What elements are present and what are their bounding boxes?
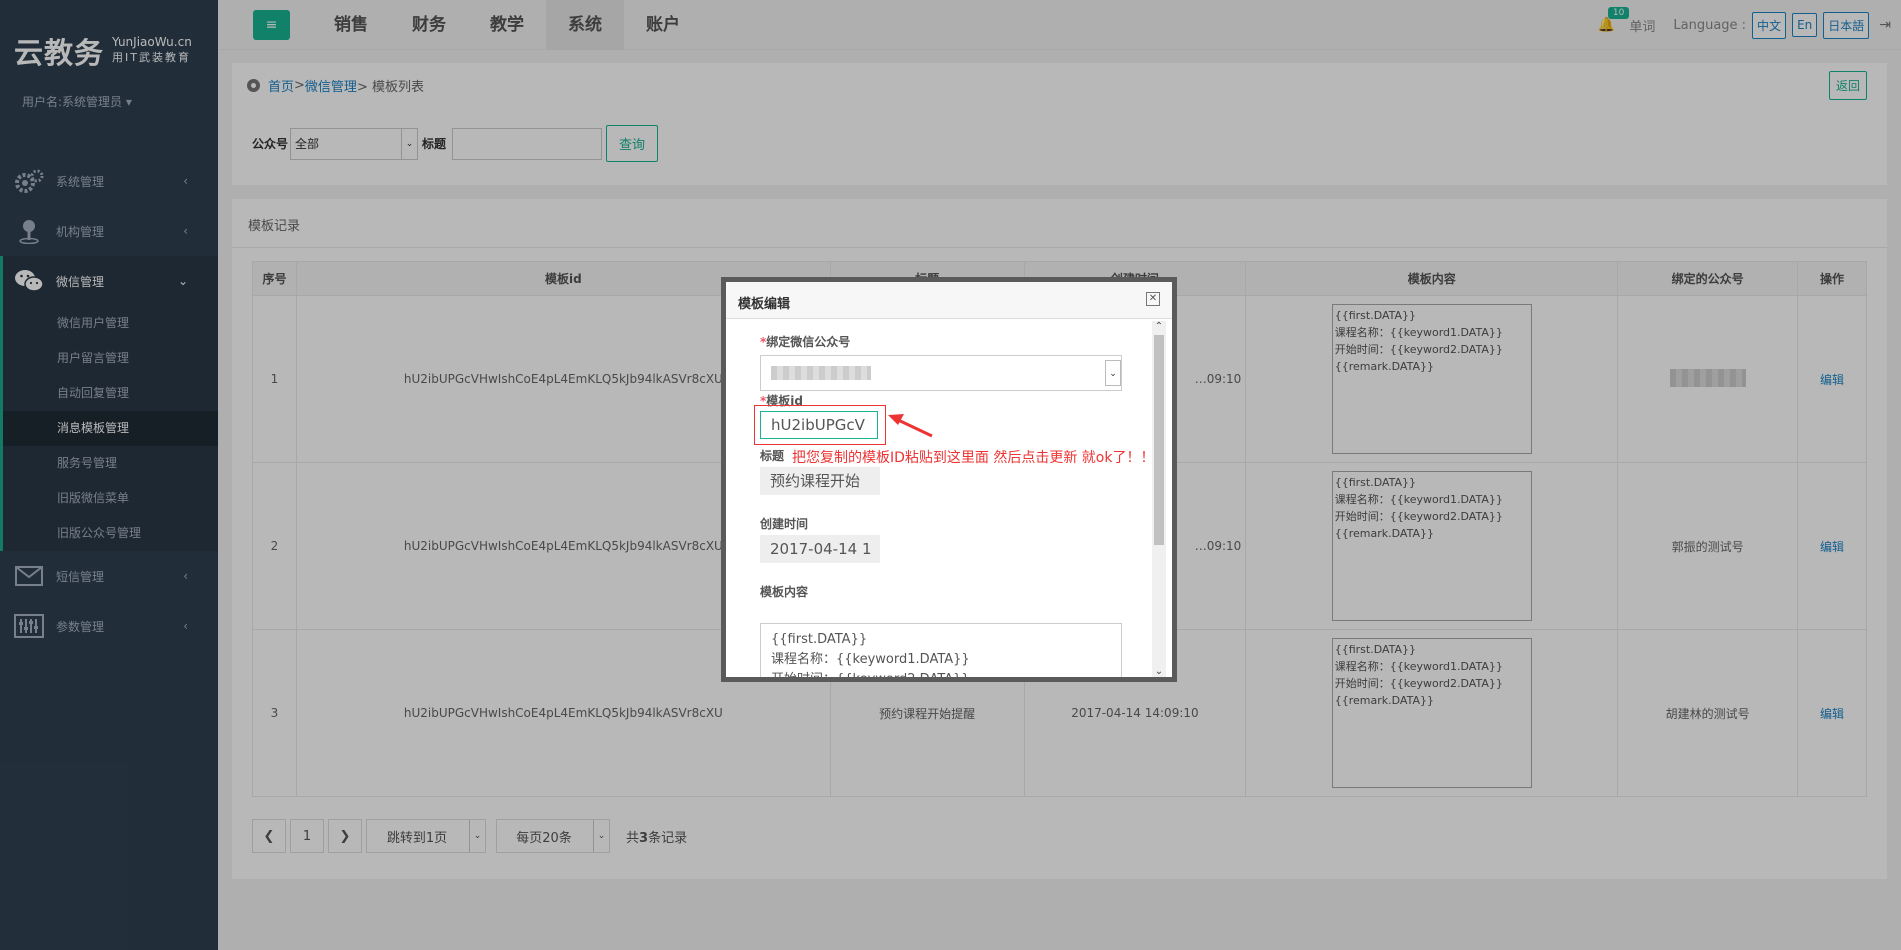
template-content-textarea[interactable]: {{first.DATA}} 课程名称：{{keyword1.DATA}} 开始… [760,623,1122,677]
bind-account-label: *绑定微信公众号 [760,335,851,349]
red-arrow-icon [888,414,933,438]
blurred-account [771,366,871,380]
created-time-label: 创建时间 [760,517,809,531]
scrollbar-thumb[interactable] [1154,335,1164,545]
modal-title: 模板编辑 [738,297,791,312]
bind-account-select[interactable]: ⌄ [760,355,1122,391]
template-edit-modal: 模板编辑 ✕ *绑定微信公众号 ⌄ *模板id hU2ibUPGcV 标题 把您… [721,277,1177,682]
modal-header: 模板编辑 ✕ [726,282,1172,319]
template-id-input[interactable]: hU2ibUPGcV [760,411,878,439]
template-content-label: 模板内容 [760,585,809,599]
title-field: 预约课程开始 [760,467,880,495]
chevron-down-icon: ⌄ [1105,360,1121,386]
close-icon[interactable]: ✕ [1146,292,1160,306]
scroll-down-icon[interactable]: ⌄ [1152,666,1166,677]
scroll-up-icon[interactable]: ⌃ [1152,321,1166,332]
title-label: 标题 [760,449,785,463]
instruction-note: 把您复制的模板ID粘贴到这里面 然后点击更新 就ok了！！ [792,450,1155,466]
modal-scrollbar[interactable]: ⌃ ⌄ [1152,321,1166,677]
modal-body: *绑定微信公众号 ⌄ *模板id hU2ibUPGcV 标题 把您复制的模板ID… [726,319,1172,677]
created-time-field: 2017-04-14 1 [760,535,880,563]
